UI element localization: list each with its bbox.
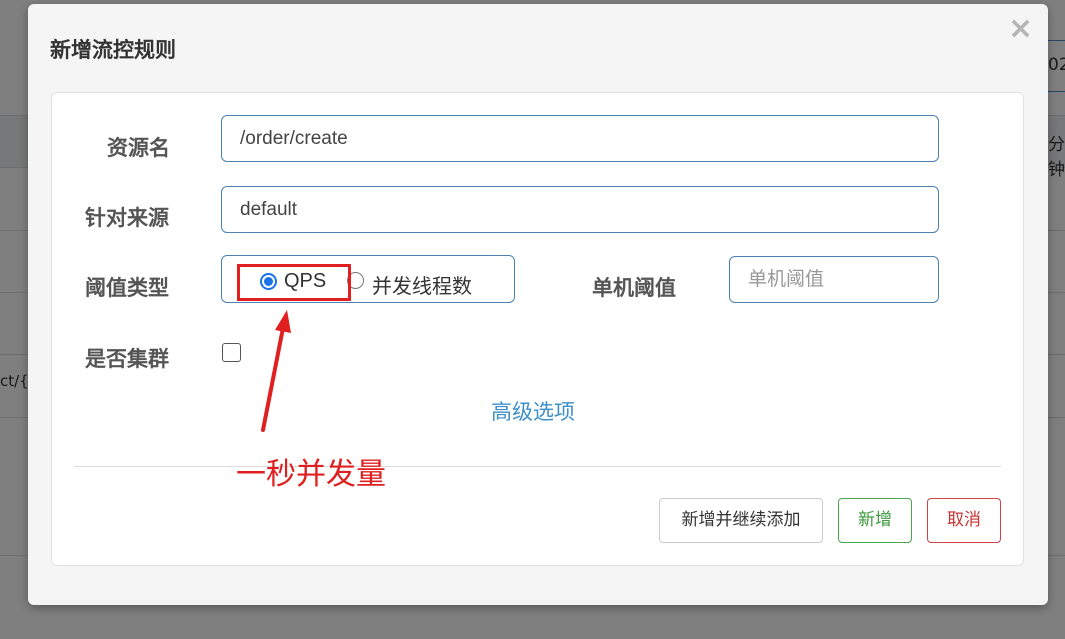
thread-count-radio-label[interactable]: 并发线程数 xyxy=(372,270,472,299)
form-panel: 资源名 针对来源 阈值类型 QPS 并发线程数 单机阈值 是否集群 高级选项 新… xyxy=(51,92,1024,566)
cluster-label: 是否集群 xyxy=(85,347,169,371)
dialog-title: 新增流控规则 xyxy=(50,38,176,62)
add-and-continue-button[interactable]: 新增并继续添加 xyxy=(659,498,823,543)
annotation-highlight-box xyxy=(237,264,351,301)
limit-app-label: 针对来源 xyxy=(85,206,169,230)
cluster-checkbox[interactable] xyxy=(222,343,241,362)
add-button[interactable]: 新增 xyxy=(838,498,912,543)
add-flow-rule-dialog: 新增流控规则 × 资源名 针对来源 阈值类型 QPS 并发线程数 单机阈值 是否… xyxy=(28,4,1048,605)
annotation-text: 一秒并发量 xyxy=(236,457,386,492)
limit-app-input[interactable] xyxy=(221,186,939,233)
threshold-input[interactable] xyxy=(729,256,939,303)
cancel-button[interactable]: 取消 xyxy=(927,498,1001,543)
grade-label: 阈值类型 xyxy=(85,276,169,300)
footer-divider xyxy=(74,466,1001,467)
resource-name-input[interactable] xyxy=(221,115,939,162)
threshold-label: 单机阈值 xyxy=(592,276,676,300)
close-icon[interactable]: × xyxy=(1008,12,1033,46)
resource-name-label: 资源名 xyxy=(107,136,170,160)
advanced-options-link[interactable]: 高级选项 xyxy=(491,396,575,426)
